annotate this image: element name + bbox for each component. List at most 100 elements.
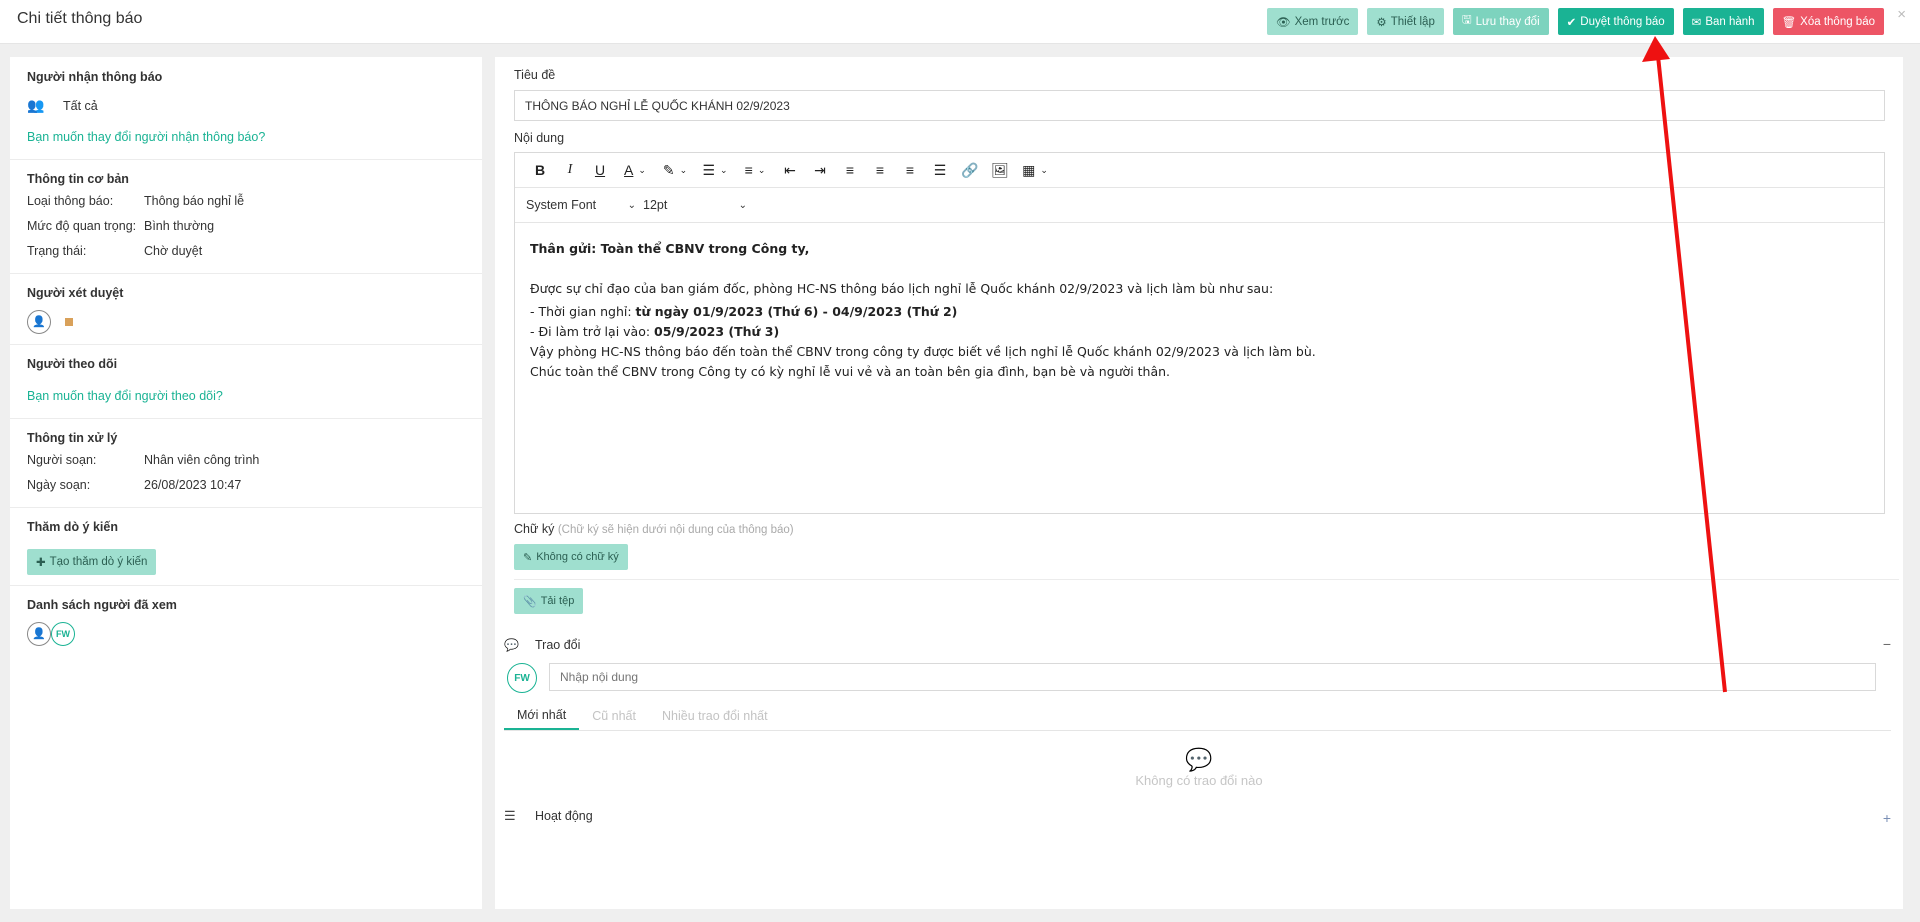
tab-newest[interactable]: Mới nhất bbox=[504, 708, 580, 730]
leave-dates: từ ngày 01/9/2023 (Thứ 6) - 04/9/2023 (T… bbox=[635, 304, 958, 319]
viewer-avatar[interactable]: FW bbox=[51, 621, 75, 646]
editor-format-bar: System Font ⌄ 12pt ⌄ bbox=[515, 188, 1884, 223]
bullet-list-icon[interactable]: ☰ ⌄ bbox=[695, 157, 735, 183]
created-date-value: 26/08/2023 10:47 bbox=[144, 477, 242, 492]
signature-label: Chữ ký bbox=[514, 522, 555, 536]
chevron-down-icon: ⌄ bbox=[627, 199, 636, 211]
italic-icon[interactable]: I bbox=[555, 157, 585, 183]
comments-icon: 💬 bbox=[504, 638, 519, 652]
font-family-select[interactable]: System Font ⌄ bbox=[526, 198, 636, 212]
reviewer-section: Người xét duyệt 👤 bbox=[10, 274, 482, 345]
current-user-avatar: FW bbox=[507, 663, 537, 693]
page-title: Chi tiết thông báo bbox=[17, 10, 143, 27]
outdent-icon[interactable]: ⇤ bbox=[775, 157, 805, 183]
status-square-icon bbox=[65, 317, 73, 326]
recipients-section: Người nhận thông báo 👥 Tất cả Bạn muốn t… bbox=[10, 57, 482, 160]
viewers-section: Danh sách người đã xem 👤 FW bbox=[10, 586, 482, 656]
section-title: Người nhận thông báo bbox=[27, 70, 163, 84]
activity-title: Hoạt động bbox=[535, 809, 593, 823]
settings-button[interactable]: ⚙ Thiết lập bbox=[1367, 8, 1444, 35]
plus-icon: ✚ bbox=[36, 557, 46, 569]
info-label: Người soạn: bbox=[27, 452, 97, 467]
info-row: Trạng thái: Chờ duyệt bbox=[27, 238, 465, 263]
title-label: Tiêu đề bbox=[514, 68, 556, 82]
link-icon[interactable]: 🔗 bbox=[955, 157, 985, 183]
section-title: Danh sách người đã xem bbox=[27, 598, 177, 612]
activity-header: ☰ Hoạt động bbox=[504, 808, 593, 824]
reviewer-avatar[interactable]: 👤 bbox=[27, 309, 51, 334]
delete-button[interactable]: 🗑 Xóa thông báo bbox=[1772, 8, 1884, 35]
image-icon[interactable]: 🖼 bbox=[985, 157, 1015, 183]
paragraph: Chúc toàn thể CBNV trong Công ty có kỳ n… bbox=[530, 364, 1171, 379]
highlight-icon[interactable]: ✎ ⌄ bbox=[655, 157, 695, 183]
info-row: Loại thông báo: Thông báo nghỉ lễ bbox=[27, 188, 465, 213]
font-size-value: 12pt bbox=[643, 198, 668, 212]
approve-button[interactable]: ✔ Duyệt thông báo bbox=[1557, 8, 1674, 35]
line-prefix: - Thời gian nghỉ: bbox=[530, 304, 636, 319]
section-title: Thông tin xử lý bbox=[27, 431, 118, 445]
content-label: Nội dung bbox=[514, 131, 565, 145]
recipient-row: 👥 Tất cả bbox=[27, 93, 465, 118]
users-icon: 👥 bbox=[27, 97, 45, 113]
paragraph: - Đi làm trở lại vào: 05/9/2023 (Thứ 3) bbox=[530, 322, 1869, 342]
list-icon: ☰ bbox=[504, 808, 516, 823]
recipient-value: Tất cả bbox=[63, 98, 98, 113]
gear-icon: ⚙ bbox=[1376, 16, 1387, 29]
section-title: Thông tin cơ bản bbox=[27, 172, 129, 186]
notice-type-value: Thông báo nghỉ lễ bbox=[144, 193, 245, 208]
no-signature-button[interactable]: ✎ Không có chữ ký bbox=[514, 544, 628, 570]
indent-icon[interactable]: ⇥ bbox=[805, 157, 835, 183]
line-prefix: - Đi làm trở lại vào: bbox=[530, 324, 655, 339]
processing-section: Thông tin xử lý Người soạn: Nhân viên côn… bbox=[10, 419, 482, 508]
preview-button[interactable]: 👁 Xem trước bbox=[1266, 8, 1359, 35]
status-value: Chờ duyệt bbox=[144, 243, 203, 258]
collapse-icon[interactable]: − bbox=[1883, 636, 1891, 652]
paperclip-icon: 📎 bbox=[523, 595, 537, 608]
reviewer-row: 👤 bbox=[27, 309, 465, 334]
divider bbox=[514, 579, 1899, 580]
change-recipients-link[interactable]: Bạn muốn thay đổi người nhận thông báo? bbox=[27, 130, 265, 144]
align-center-icon[interactable]: ≡ bbox=[865, 157, 895, 183]
create-survey-button[interactable]: ✚ Tạo thăm dò ý kiến bbox=[27, 549, 157, 575]
text-color-icon[interactable]: A ⌄ bbox=[615, 157, 655, 183]
publish-button[interactable]: ✉ Ban hành bbox=[1682, 8, 1764, 35]
upload-button[interactable]: 📎 Tải tệp bbox=[514, 588, 584, 614]
check-icon: ✔ bbox=[1566, 16, 1577, 29]
section-title: Người theo dõi bbox=[27, 357, 118, 371]
info-row: Ngày soạn: 26/08/2023 10:47 bbox=[27, 472, 465, 497]
align-left-icon[interactable]: ≡ bbox=[835, 157, 865, 183]
align-right-icon[interactable]: ≡ bbox=[895, 157, 925, 183]
eye-icon: 👁 bbox=[1275, 16, 1291, 29]
info-label: Loại thông báo: bbox=[27, 193, 114, 208]
bold-icon[interactable]: B bbox=[525, 157, 555, 183]
tab-most-discussed[interactable]: Nhiều trao đổi nhất bbox=[649, 709, 781, 730]
tab-oldest[interactable]: Cũ nhất bbox=[579, 709, 649, 730]
numbered-list-icon[interactable]: ≡ ⌄ bbox=[735, 157, 775, 183]
info-panel: Người nhận thông báo 👥 Tất cả Bạn muốn t… bbox=[10, 57, 482, 909]
table-icon[interactable]: ▦ ⌄ bbox=[1015, 157, 1055, 183]
discussion-tabs: Mới nhất Cũ nhất Nhiều trao đổi nhất bbox=[504, 701, 1891, 731]
empty-state: 💬 Không có trao đổi nào bbox=[495, 747, 1903, 788]
author-value: Nhân viên công trình bbox=[144, 452, 260, 467]
comments-empty-icon: 💬 bbox=[1185, 747, 1213, 772]
discussion-title: Trao đổi bbox=[535, 638, 581, 652]
paragraph: - Thời gian nghỉ: từ ngày 01/9/2023 (Thứ… bbox=[530, 302, 1869, 322]
underline-icon[interactable]: U bbox=[585, 157, 615, 183]
align-justify-icon[interactable]: ☰ bbox=[925, 157, 955, 183]
info-row: Người soạn: Nhân viên công trình bbox=[27, 447, 465, 472]
title-input[interactable]: THÔNG BÁO NGHỈ LỄ QUỐC KHÁNH 02/9/2023 bbox=[514, 90, 1885, 121]
paragraph: Vậy phòng HC-NS thông báo đến toàn thể C… bbox=[530, 344, 1316, 359]
expand-icon[interactable]: + bbox=[1883, 810, 1891, 826]
comment-input[interactable] bbox=[549, 663, 1876, 691]
change-followers-link[interactable]: Bạn muốn thay đổi người theo dõi? bbox=[27, 389, 223, 403]
rich-text-editor: B I U A ⌄ ✎ ⌄ ☰ ⌄ ≡ ⌄ ⇤ ⇥ ≡ ≡ ≡ ☰ 🔗 🖼 ▦ ⌄ Sys… bbox=[514, 152, 1885, 514]
font-size-select[interactable]: 12pt ⌄ bbox=[643, 198, 747, 212]
survey-section: Thăm dò ý kiến ✚ Tạo thăm dò ý kiến bbox=[10, 508, 482, 586]
editor-content[interactable]: Thân gửi: Toàn thể CBNV trong Công ty, Đ… bbox=[515, 223, 1884, 513]
save-button[interactable]: 🖫 Lưu thay đổi bbox=[1452, 8, 1549, 35]
viewer-avatar[interactable]: 👤 bbox=[27, 621, 51, 646]
notice-form-panel: Tiêu đề THÔNG BÁO NGHỈ LỄ QUỐC KHÁNH 02/… bbox=[495, 57, 1903, 909]
change-followers-row: Bạn muốn thay đổi người theo dõi? bbox=[27, 383, 465, 408]
close-icon[interactable]: × bbox=[1897, 6, 1906, 23]
signature-label-row: Chữ ký (Chữ ký sẽ hiện dưới nội dung của… bbox=[514, 522, 794, 536]
